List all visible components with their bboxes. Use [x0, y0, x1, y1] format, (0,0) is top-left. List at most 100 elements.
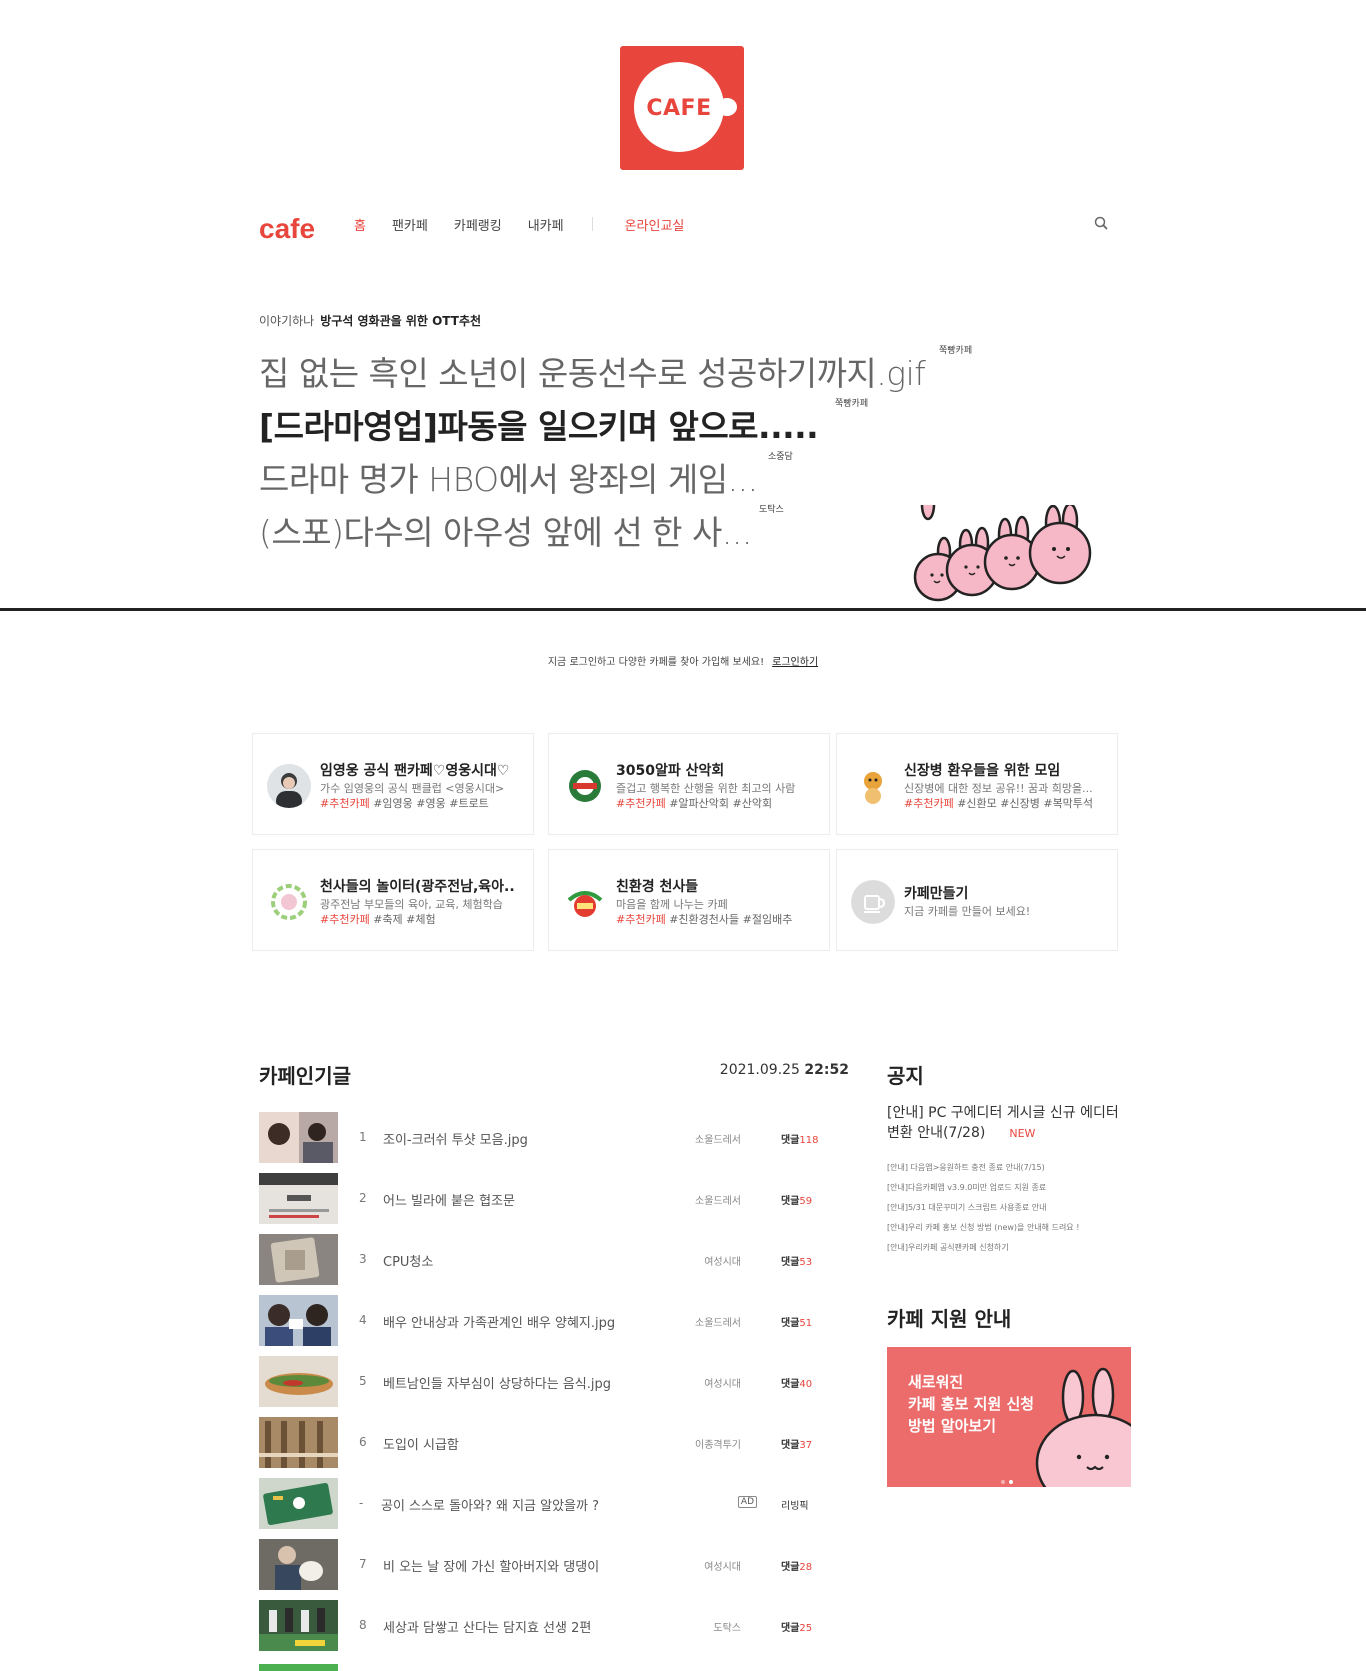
popular-row[interactable]: 8 세상과 담쌓고 산다는 담지효 선생 2편 도탁스 댓글25 [259, 1600, 819, 1651]
banner-dot-active[interactable] [1009, 1480, 1013, 1484]
post-title[interactable]: 조이-크러쉬 투샷 모음.jpg [383, 1129, 528, 1148]
new-badge: NEW [1009, 1127, 1036, 1140]
support-section: 카페 지원 안내 새로워진 카페 홍보 지원 신청 방법 알아보기 [887, 1303, 1131, 1487]
popular-row-ad[interactable]: - 공이 스스로 돌아와? 왜 지금 알았을까 ? AD 리빙픽 [259, 1478, 819, 1529]
cafe-tags: #추천카페 #임영웅 #영웅 #트로트 [320, 795, 489, 811]
post-source[interactable]: 소울드레서 [695, 1314, 741, 1329]
nav-item-fancafe[interactable]: 팬카페 [392, 215, 428, 234]
brand-logo[interactable]: cafe [259, 213, 315, 245]
cafe-card[interactable]: 친환경 천사들 마음을 함께 나누는 카페 #추천카페 #친환경천사들 #절임배… [548, 849, 830, 951]
search-icon[interactable] [1093, 215, 1111, 233]
post-title[interactable]: 비 오는 날 장에 가신 할아버지와 댕댕이 [383, 1556, 599, 1575]
post-rank: 6 [359, 1435, 367, 1449]
cafe-thumbnail [851, 764, 895, 808]
hero-story-title[interactable]: [드라마영업]파동을 일으키며 앞으로..... [259, 400, 819, 448]
cafe-name: 신장병 환우들을 위한 모임 [904, 763, 1061, 779]
cafe-tags: #추천카페 #알파산악회 #산악회 [616, 795, 772, 811]
cafe-name: 천사들의 놀이터(광주전남,육아.. [320, 879, 515, 895]
cafe-tag-list: #신환모 #신장병 #복막투석 [957, 797, 1094, 810]
popular-row[interactable]: 3 CPU청소 여성시대 댓글53 [259, 1234, 819, 1285]
cafe-logo[interactable]: CAFE [620, 46, 744, 170]
login-link[interactable]: 로그인하기 [772, 657, 818, 668]
hero-story-source: 도탁스 [759, 505, 784, 515]
hero-story-title[interactable]: 드라마 명가 HBO에서 왕좌의 게임... [259, 453, 758, 501]
cafe-card[interactable]: 천사들의 놀이터(광주전남,육아.. 광주전남 부모들의 육아, 교육, 체험학… [252, 849, 534, 951]
cafe-card[interactable]: 임영웅 공식 팬카페♡영웅시대♡ 가수 임영웅의 공식 팬클럽 <영웅시대> #… [252, 733, 534, 835]
cafe-name: 카페만들기 [904, 886, 969, 902]
notice-section: 공지 [안내] PC 구에디터 게시글 신규 에디터 변환 안내(7/28) NE… [887, 1060, 1131, 1258]
post-source[interactable]: 여성시대 [704, 1558, 741, 1573]
popular-row[interactable]: 5 베트남인들 자부심이 상당하다는 음식.jpg 여성시대 댓글40 [259, 1356, 819, 1407]
post-source[interactable]: 이종격투기 [695, 1436, 741, 1451]
post-source[interactable]: 여성시대 [704, 1253, 741, 1268]
popular-date: 2021.09.25 [719, 1062, 800, 1078]
notice-item[interactable]: [안내]우리 카페 홍보 신청 방법 (new)을 안내해 드려요 ! [887, 1218, 1131, 1238]
nav-item-home[interactable]: 홈 [354, 215, 366, 234]
cafe-thumbnail [267, 880, 311, 924]
comment-count: 40 [799, 1379, 813, 1390]
ad-badge: AD [737, 1496, 757, 1508]
popular-row[interactable]: 6 도입이 시급함 이종격투기 댓글37 [259, 1417, 819, 1468]
popular-row[interactable]: 1 조이-크러쉬 투샷 모음.jpg 소울드레서 댓글118 [259, 1112, 819, 1163]
post-rank: 5 [359, 1374, 367, 1388]
post-rank: 1 [359, 1130, 367, 1144]
post-comments: 댓글53 [781, 1253, 812, 1268]
post-comments: 댓글25 [781, 1619, 812, 1634]
notice-item[interactable]: [안내]다음카페앱 v3.9.0미만 업로드 지원 종료 [887, 1178, 1131, 1198]
post-title[interactable]: 배우 안내상과 가족관계인 배우 양혜지.jpg [383, 1312, 615, 1331]
post-title[interactable]: 세상과 담쌓고 산다는 담지효 선생 2편 [383, 1617, 591, 1636]
hero-story-title[interactable]: (스포)다수의 아우성 앞에 선 한 사... [259, 506, 752, 554]
cafe-tag-list: #알파산악회 #산악회 [669, 797, 773, 810]
comment-label: 댓글 [781, 1623, 800, 1634]
nav-item-online-class[interactable]: 온라인교실 [625, 215, 685, 234]
ad-source[interactable]: 리빙픽 [781, 1497, 809, 1512]
notice-main-title[interactable]: [안내] PC 구에디터 게시글 신규 에디터 변환 안내(7/28) [887, 1105, 1119, 1141]
cafe-desc: 마음을 함께 나누는 카페 [616, 898, 728, 911]
cafe-card[interactable]: 3050알파 산악회 즐겁고 행복한 산행을 위한 최고의 사람 #추천카페 #… [548, 733, 830, 835]
comment-label: 댓글 [781, 1318, 800, 1329]
cafe-rec-tag: #추천카페 [616, 913, 666, 926]
post-title[interactable]: 어느 빌라에 붙은 협조문 [383, 1190, 515, 1209]
popular-row[interactable]: 7 비 오는 날 장에 가신 할아버지와 댕댕이 여성시대 댓글28 [259, 1539, 819, 1590]
post-source[interactable]: 여성시대 [704, 1375, 741, 1390]
nav-item-mycafe[interactable]: 내카페 [528, 215, 564, 234]
nav-menu: 홈 팬카페 카페랭킹 내카페 온라인교실 [354, 215, 684, 234]
post-title[interactable]: CPU청소 [383, 1251, 433, 1270]
hero-story[interactable]: 집 없는 흑인 소년이 운동선수로 성공하기까지.gif 쭉빵카페 [259, 346, 1039, 400]
popular-row[interactable]: 4 배우 안내상과 가족관계인 배우 양혜지.jpg 소울드레서 댓글51 [259, 1295, 819, 1346]
nav-item-ranking[interactable]: 카페랭킹 [454, 215, 502, 234]
support-banner[interactable]: 새로워진 카페 홍보 지원 신청 방법 알아보기 [887, 1347, 1131, 1487]
nav-divider [591, 217, 593, 231]
hero-story[interactable]: [드라마영업]파동을 일으키며 앞으로..... 쭉빵카페 [259, 399, 1039, 453]
comment-count: 53 [799, 1257, 813, 1268]
comment-label: 댓글 [781, 1562, 800, 1573]
cafe-desc: 신장병에 대한 정보 공유!! 꿈과 희망을... [904, 782, 1093, 795]
notice-item[interactable]: [안내]5/31 대문꾸미기 스크립트 사용종료 안내 [887, 1198, 1131, 1218]
cafe-card[interactable]: 신장병 환우들을 위한 모임 신장병에 대한 정보 공유!! 꿈과 희망을...… [836, 733, 1118, 835]
post-thumbnail [259, 1234, 338, 1285]
notice-main[interactable]: [안내] PC 구에디터 게시글 신규 에디터 변환 안내(7/28) NEW [887, 1103, 1131, 1144]
notice-item[interactable]: [안내]우리카페 공식팬카페 신청하기 [887, 1238, 1131, 1258]
post-comments: 댓글40 [781, 1375, 812, 1390]
cafe-tags: #추천카페 #친환경천사들 #절임배추 [616, 911, 792, 927]
post-title[interactable]: 베트남인들 자부심이 상당하다는 음식.jpg [383, 1373, 611, 1392]
post-source[interactable]: 소울드레서 [695, 1192, 741, 1207]
post-source[interactable]: 소울드레서 [695, 1131, 741, 1146]
post-title[interactable]: 도입이 시급함 [383, 1434, 459, 1453]
banner-pagination[interactable] [1001, 1469, 1017, 1487]
comment-label: 댓글 [781, 1379, 800, 1390]
cafe-rec-tag: #추천카페 [616, 797, 666, 810]
comment-label: 댓글 [781, 1135, 800, 1146]
hero-story[interactable]: 드라마 명가 HBO에서 왕좌의 게임... 소중담 [259, 452, 1039, 506]
post-thumbnail [259, 1600, 338, 1651]
popular-row[interactable]: 2 어느 빌라에 붙은 협조문 소울드레서 댓글59 [259, 1173, 819, 1224]
create-cafe-card[interactable]: 카페만들기 지금 카페를 만들어 보세요! [836, 849, 1118, 951]
hero-category-title[interactable]: 방구석 영화관을 위한 OTT추천 [320, 314, 481, 328]
banner-dot[interactable] [1001, 1480, 1005, 1484]
post-rank: 4 [359, 1313, 367, 1327]
hero-story-title[interactable]: 집 없는 흑인 소년이 운동선수로 성공하기까지.gif [259, 347, 926, 395]
notice-item[interactable]: [안내] 다음앱>응원하트 충전 종료 안내(7/15) [887, 1158, 1131, 1178]
post-title[interactable]: 공이 스스로 돌아와? 왜 지금 알았을까 ? [381, 1495, 599, 1514]
post-comments: 댓글51 [781, 1314, 812, 1329]
post-source[interactable]: 도탁스 [713, 1619, 741, 1634]
